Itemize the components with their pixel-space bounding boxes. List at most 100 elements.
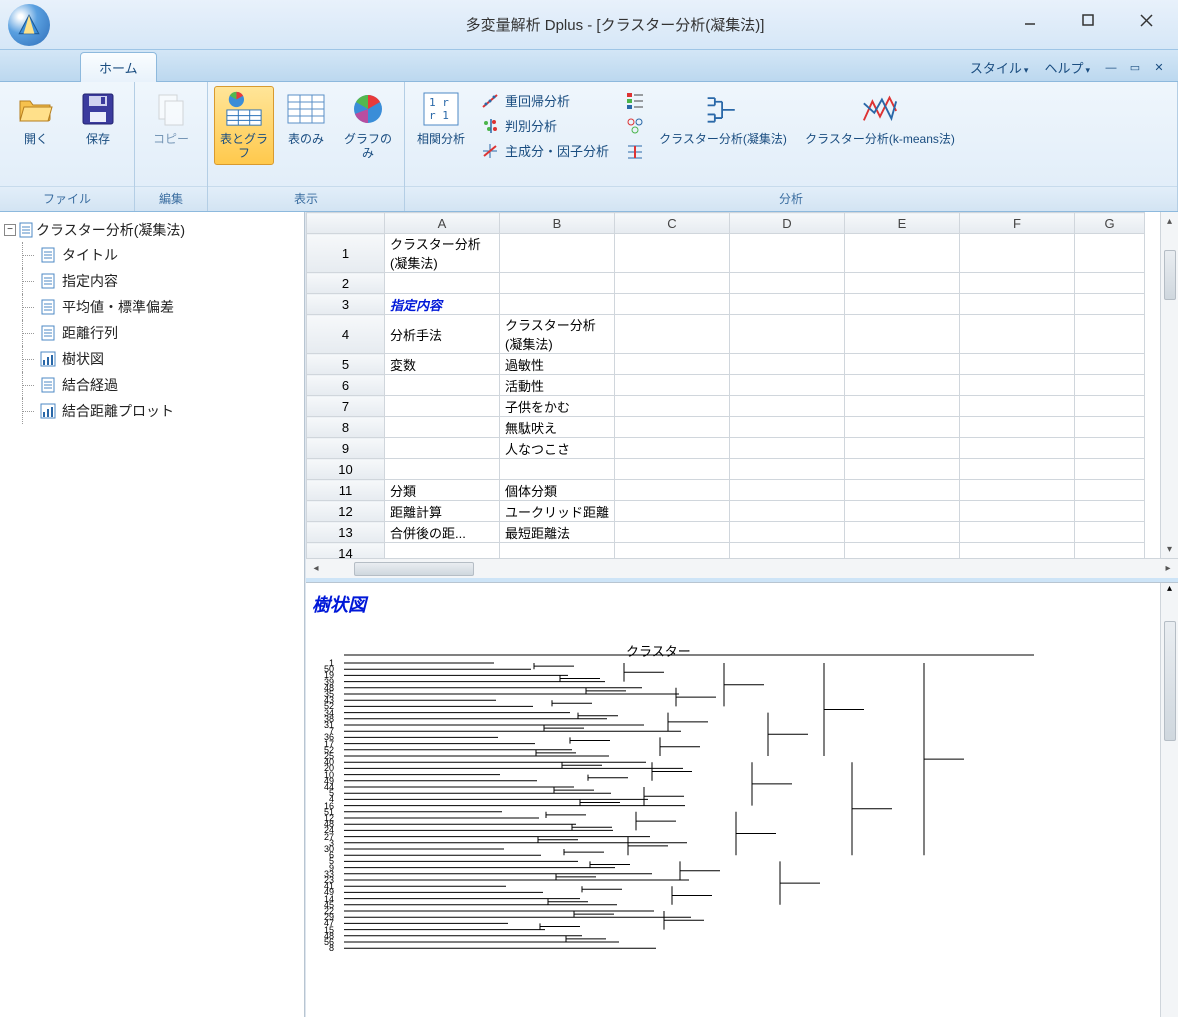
row-header[interactable]: 9 xyxy=(307,438,385,459)
cell[interactable] xyxy=(1075,417,1145,438)
tree-item[interactable]: 結合距離プロット xyxy=(22,398,300,424)
cell[interactable] xyxy=(615,273,730,294)
cell[interactable] xyxy=(1075,273,1145,294)
cell[interactable] xyxy=(1075,234,1145,273)
tree-item[interactable]: タイトル xyxy=(22,242,300,268)
cell[interactable] xyxy=(1075,438,1145,459)
maximize-button[interactable] xyxy=(1070,6,1106,34)
cell[interactable]: 個体分類 xyxy=(500,480,615,501)
cell[interactable] xyxy=(960,273,1075,294)
scroll-down-icon[interactable]: ▾ xyxy=(1161,540,1178,558)
cell[interactable] xyxy=(615,522,730,543)
cell[interactable] xyxy=(385,417,500,438)
tree-item[interactable]: 樹状図 xyxy=(22,346,300,372)
cell[interactable] xyxy=(845,354,960,375)
cell[interactable]: 分類 xyxy=(385,480,500,501)
row-header[interactable]: 1 xyxy=(307,234,385,273)
cell[interactable] xyxy=(845,480,960,501)
cluster-kmeans-button[interactable]: クラスター分析(k-means法) xyxy=(795,86,965,150)
row-header[interactable]: 2 xyxy=(307,273,385,294)
cell[interactable] xyxy=(845,459,960,480)
cell[interactable] xyxy=(615,543,730,559)
cell[interactable] xyxy=(730,543,845,559)
cell[interactable] xyxy=(615,438,730,459)
col-header[interactable]: C xyxy=(615,213,730,234)
col-header[interactable]: E xyxy=(845,213,960,234)
spreadsheet[interactable]: ABCDEFG1クラスター分析(凝集法)23指定内容4分析手法クラスター分析(凝… xyxy=(306,212,1178,558)
analysis-misc-icon-3[interactable] xyxy=(625,142,647,164)
cell[interactable] xyxy=(845,522,960,543)
cell[interactable] xyxy=(845,315,960,354)
view-graph-only-button[interactable]: グラフのみ xyxy=(338,86,398,165)
cell[interactable] xyxy=(730,315,845,354)
cell[interactable]: 分析手法 xyxy=(385,315,500,354)
scroll-up-icon[interactable]: ▴ xyxy=(1161,212,1178,230)
close-button[interactable] xyxy=(1128,6,1164,34)
cell[interactable] xyxy=(500,543,615,559)
row-header[interactable]: 8 xyxy=(307,417,385,438)
cell[interactable] xyxy=(960,501,1075,522)
scroll-left-icon[interactable]: ◂ xyxy=(306,563,326,574)
tree-item[interactable]: 距離行列 xyxy=(22,320,300,346)
correlation-button[interactable]: 1 rr 1 相関分析 xyxy=(411,86,471,150)
cell[interactable] xyxy=(845,375,960,396)
cell[interactable]: 距離計算 xyxy=(385,501,500,522)
save-button[interactable]: 保存 xyxy=(68,86,128,150)
cell[interactable] xyxy=(1075,501,1145,522)
cell[interactable] xyxy=(730,396,845,417)
scroll-up-icon[interactable]: ▴ xyxy=(1161,583,1178,601)
col-header[interactable]: F xyxy=(960,213,1075,234)
cell[interactable] xyxy=(500,234,615,273)
mdi-restore-button[interactable]: ▭ xyxy=(1126,60,1144,76)
cell[interactable]: 無駄吠え xyxy=(500,417,615,438)
cell[interactable] xyxy=(960,459,1075,480)
mdi-close-button[interactable]: ✕ xyxy=(1150,60,1168,76)
minimize-button[interactable] xyxy=(1012,6,1048,34)
cell[interactable] xyxy=(960,480,1075,501)
row-header[interactable]: 11 xyxy=(307,480,385,501)
cell[interactable] xyxy=(960,234,1075,273)
cell[interactable] xyxy=(960,522,1075,543)
cell[interactable] xyxy=(960,375,1075,396)
cell[interactable] xyxy=(730,522,845,543)
analysis-misc-icon-1[interactable] xyxy=(625,90,647,112)
cell[interactable] xyxy=(845,438,960,459)
cell[interactable] xyxy=(960,396,1075,417)
row-header[interactable]: 14 xyxy=(307,543,385,559)
cell[interactable] xyxy=(960,438,1075,459)
cell[interactable] xyxy=(960,315,1075,354)
app-logo-icon[interactable] xyxy=(8,4,50,46)
view-table-only-button[interactable]: 表のみ xyxy=(276,86,336,150)
cell[interactable]: 子供をかむ xyxy=(500,396,615,417)
cell[interactable] xyxy=(730,501,845,522)
cell[interactable] xyxy=(385,543,500,559)
cell[interactable] xyxy=(385,396,500,417)
col-header[interactable]: B xyxy=(500,213,615,234)
row-header[interactable]: 13 xyxy=(307,522,385,543)
scroll-thumb[interactable] xyxy=(1164,621,1176,741)
regression-button[interactable]: 重回帰分析 xyxy=(473,88,617,113)
dendro-vscrollbar[interactable]: ▴ xyxy=(1160,583,1178,1017)
cell[interactable]: 活動性 xyxy=(500,375,615,396)
col-header[interactable]: A xyxy=(385,213,500,234)
cell[interactable] xyxy=(1075,543,1145,559)
cell[interactable] xyxy=(730,294,845,315)
scroll-thumb[interactable] xyxy=(1164,250,1176,300)
cell[interactable] xyxy=(615,480,730,501)
cell[interactable] xyxy=(960,543,1075,559)
cell[interactable] xyxy=(730,438,845,459)
mdi-minimize-button[interactable]: ― xyxy=(1102,60,1120,76)
cluster-aggl-button[interactable]: クラスター分析(凝集法) xyxy=(653,86,793,150)
discriminant-button[interactable]: 判別分析 xyxy=(473,113,617,138)
cell[interactable] xyxy=(960,354,1075,375)
menu-help[interactable]: ヘルプ▾ xyxy=(1038,56,1096,79)
tree-item[interactable]: 結合経過 xyxy=(22,372,300,398)
cell[interactable] xyxy=(500,294,615,315)
cell[interactable] xyxy=(385,273,500,294)
cell[interactable] xyxy=(385,438,500,459)
cell[interactable] xyxy=(960,417,1075,438)
cell[interactable] xyxy=(730,375,845,396)
view-table-graph-button[interactable]: 表とグラフ xyxy=(214,86,274,165)
row-header[interactable]: 5 xyxy=(307,354,385,375)
cell[interactable] xyxy=(730,354,845,375)
